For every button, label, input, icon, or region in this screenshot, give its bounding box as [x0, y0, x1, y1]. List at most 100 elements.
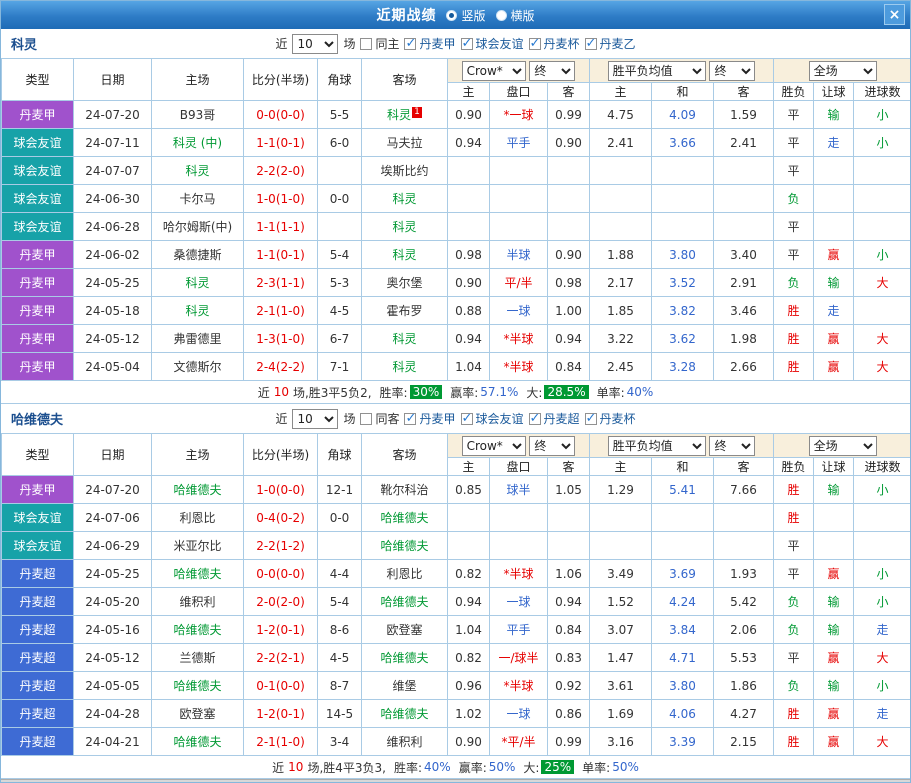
eu-draw-odds: 3.82 — [652, 297, 714, 325]
match-date: 24-04-28 — [74, 700, 152, 728]
league-badge: 丹麦超 — [2, 700, 74, 728]
league-filter-checkbox-1-1[interactable]: 球会友谊 — [461, 410, 524, 427]
section-controls: 科灵 近 10 场 同主 丹麦甲球会友谊丹麦杯丹麦乙 — [1, 29, 910, 58]
league-filter-label: 球会友谊 — [476, 35, 524, 52]
match-row: 丹麦甲 24-05-25 科灵 2-3(1-1) 5-3 奥尔堡 0.90 平/… — [2, 269, 911, 297]
corners: 4-5 — [318, 644, 362, 672]
stat-value: 57.1% — [480, 385, 518, 399]
ah-away-odds: 1.00 — [548, 297, 590, 325]
eu-away-odds: 2.66 — [714, 353, 774, 381]
column-subheader: 和 — [652, 458, 714, 476]
eu-draw-odds: 3.69 — [652, 560, 714, 588]
close-button[interactable]: × — [884, 4, 905, 25]
team-section-2: 哈维德夫 近 10 场 同客 丹麦甲球会友谊丹麦超丹麦杯 类型日期主场比分(半场… — [1, 404, 910, 779]
match-date: 24-05-25 — [74, 560, 152, 588]
handicap — [490, 504, 548, 532]
goals-over-under — [854, 532, 911, 560]
league-badge: 丹麦超 — [2, 728, 74, 756]
handicap-result: 赢 — [814, 353, 854, 381]
company-state-select[interactable]: 终 — [529, 436, 575, 456]
league-filter-checkbox-0-1[interactable]: 球会友谊 — [461, 35, 524, 52]
same-venue-checkbox[interactable]: 同主 — [360, 35, 399, 52]
scope-select[interactable]: 全场 — [809, 61, 877, 81]
checkbox-checked-icon[interactable] — [461, 413, 473, 425]
ah-away-odds: 0.90 — [548, 241, 590, 269]
match-row: 丹麦超 24-05-12 兰德斯 2-2(2-1) 4-5 哈维德夫 0.82 … — [2, 644, 911, 672]
home-team: 科灵 — [152, 297, 244, 325]
summary-record: 场,胜4平3负3, — [307, 759, 386, 776]
stat-value: 50% — [489, 760, 516, 774]
eu-away-odds: 5.53 — [714, 644, 774, 672]
avg-state-select[interactable]: 终 — [709, 436, 755, 456]
checkbox-unchecked-icon[interactable] — [360, 413, 372, 425]
company-select[interactable]: Crow* — [462, 436, 526, 456]
same-venue-checkbox[interactable]: 同客 — [360, 410, 399, 427]
layout-radio-vertical[interactable]: 竖版 — [446, 7, 485, 24]
away-team: 科灵 — [362, 353, 448, 381]
eu-away-odds — [714, 213, 774, 241]
avg-odds-header: 胜平负均值 终 — [590, 59, 774, 83]
titlebar-center: 近期战绩 竖版 横版 — [376, 5, 534, 25]
avg-select[interactable]: 胜平负均值 — [608, 61, 706, 81]
match-date: 24-05-12 — [74, 325, 152, 353]
league-filter-checkbox-0-2[interactable]: 丹麦杯 — [529, 35, 580, 52]
scope-select[interactable]: 全场 — [809, 436, 877, 456]
checkbox-checked-icon[interactable] — [461, 38, 473, 50]
games-count-select[interactable]: 10 — [292, 34, 338, 54]
league-filter-checkbox-1-3[interactable]: 丹麦杯 — [585, 410, 636, 427]
games-suffix-label: 场 — [343, 410, 355, 427]
company-state-select[interactable]: 终 — [529, 61, 575, 81]
column-header: 角球 — [318, 434, 362, 476]
league-filter-checkbox-1-2[interactable]: 丹麦超 — [529, 410, 580, 427]
checkbox-checked-icon[interactable] — [529, 38, 541, 50]
corners: 5-3 — [318, 269, 362, 297]
avg-select[interactable]: 胜平负均值 — [608, 436, 706, 456]
stat-label: 单率: — [582, 759, 610, 776]
league-filter-checkbox-0-3[interactable]: 丹麦乙 — [585, 35, 636, 52]
checkbox-checked-icon[interactable] — [404, 413, 416, 425]
away-team: 科灵 — [362, 213, 448, 241]
match-row: 球会友谊 24-06-29 米亚尔比 2-2(1-2) 哈维德夫 平 — [2, 532, 911, 560]
column-subheader: 进球数 — [854, 83, 911, 101]
handicap-result: 输 — [814, 269, 854, 297]
layout-radio-horizontal[interactable]: 横版 — [496, 7, 535, 24]
same-venue-label: 同主 — [375, 35, 399, 52]
checkbox-unchecked-icon[interactable] — [360, 38, 372, 50]
away-team: 靴尔科治 — [362, 476, 448, 504]
match-row: 丹麦甲 24-05-18 科灵 2-1(1-0) 4-5 霍布罗 0.88 一球… — [2, 297, 911, 325]
checkbox-checked-icon[interactable] — [585, 413, 597, 425]
games-count-select[interactable]: 10 — [292, 409, 338, 429]
avg-state-select[interactable]: 终 — [709, 61, 755, 81]
home-team: 哈维德夫 — [152, 476, 244, 504]
ah-home-odds: 0.94 — [448, 129, 490, 157]
summary-stat: 胜率:30% — [380, 384, 443, 401]
result: 平 — [774, 560, 814, 588]
result: 胜 — [774, 476, 814, 504]
score: 1-2(0-1) — [244, 616, 318, 644]
odds-company-header: Crow* 终 — [448, 434, 590, 458]
league-badge: 球会友谊 — [2, 157, 74, 185]
handicap-result — [814, 213, 854, 241]
goals-over-under: 大 — [854, 728, 911, 756]
corners: 5-4 — [318, 241, 362, 269]
checkbox-checked-icon[interactable] — [529, 413, 541, 425]
corners: 0-0 — [318, 504, 362, 532]
eu-away-odds — [714, 504, 774, 532]
corners: 4-5 — [318, 297, 362, 325]
league-filter-checkbox-1-0[interactable]: 丹麦甲 — [404, 410, 455, 427]
column-header: 客场 — [362, 434, 448, 476]
ah-away-odds — [548, 157, 590, 185]
column-header: 比分(半场) — [244, 59, 318, 101]
checkbox-checked-icon[interactable] — [404, 38, 416, 50]
eu-away-odds: 5.42 — [714, 588, 774, 616]
handicap-result: 赢 — [814, 644, 854, 672]
summary-stat: 赢率:50% — [459, 759, 516, 776]
company-select[interactable]: Crow* — [462, 61, 526, 81]
league-filter-checkbox-0-0[interactable]: 丹麦甲 — [404, 35, 455, 52]
summary-stat: 单率:40% — [597, 384, 654, 401]
table-head: 类型日期主场比分(半场)角球客场 Crow* 终 胜平负均值 终 全场 主盘口客… — [2, 434, 911, 476]
near-label: 近 — [275, 35, 287, 52]
checkbox-checked-icon[interactable] — [585, 38, 597, 50]
stat-value: 28.5% — [544, 385, 588, 399]
goals-over-under: 小 — [854, 672, 911, 700]
